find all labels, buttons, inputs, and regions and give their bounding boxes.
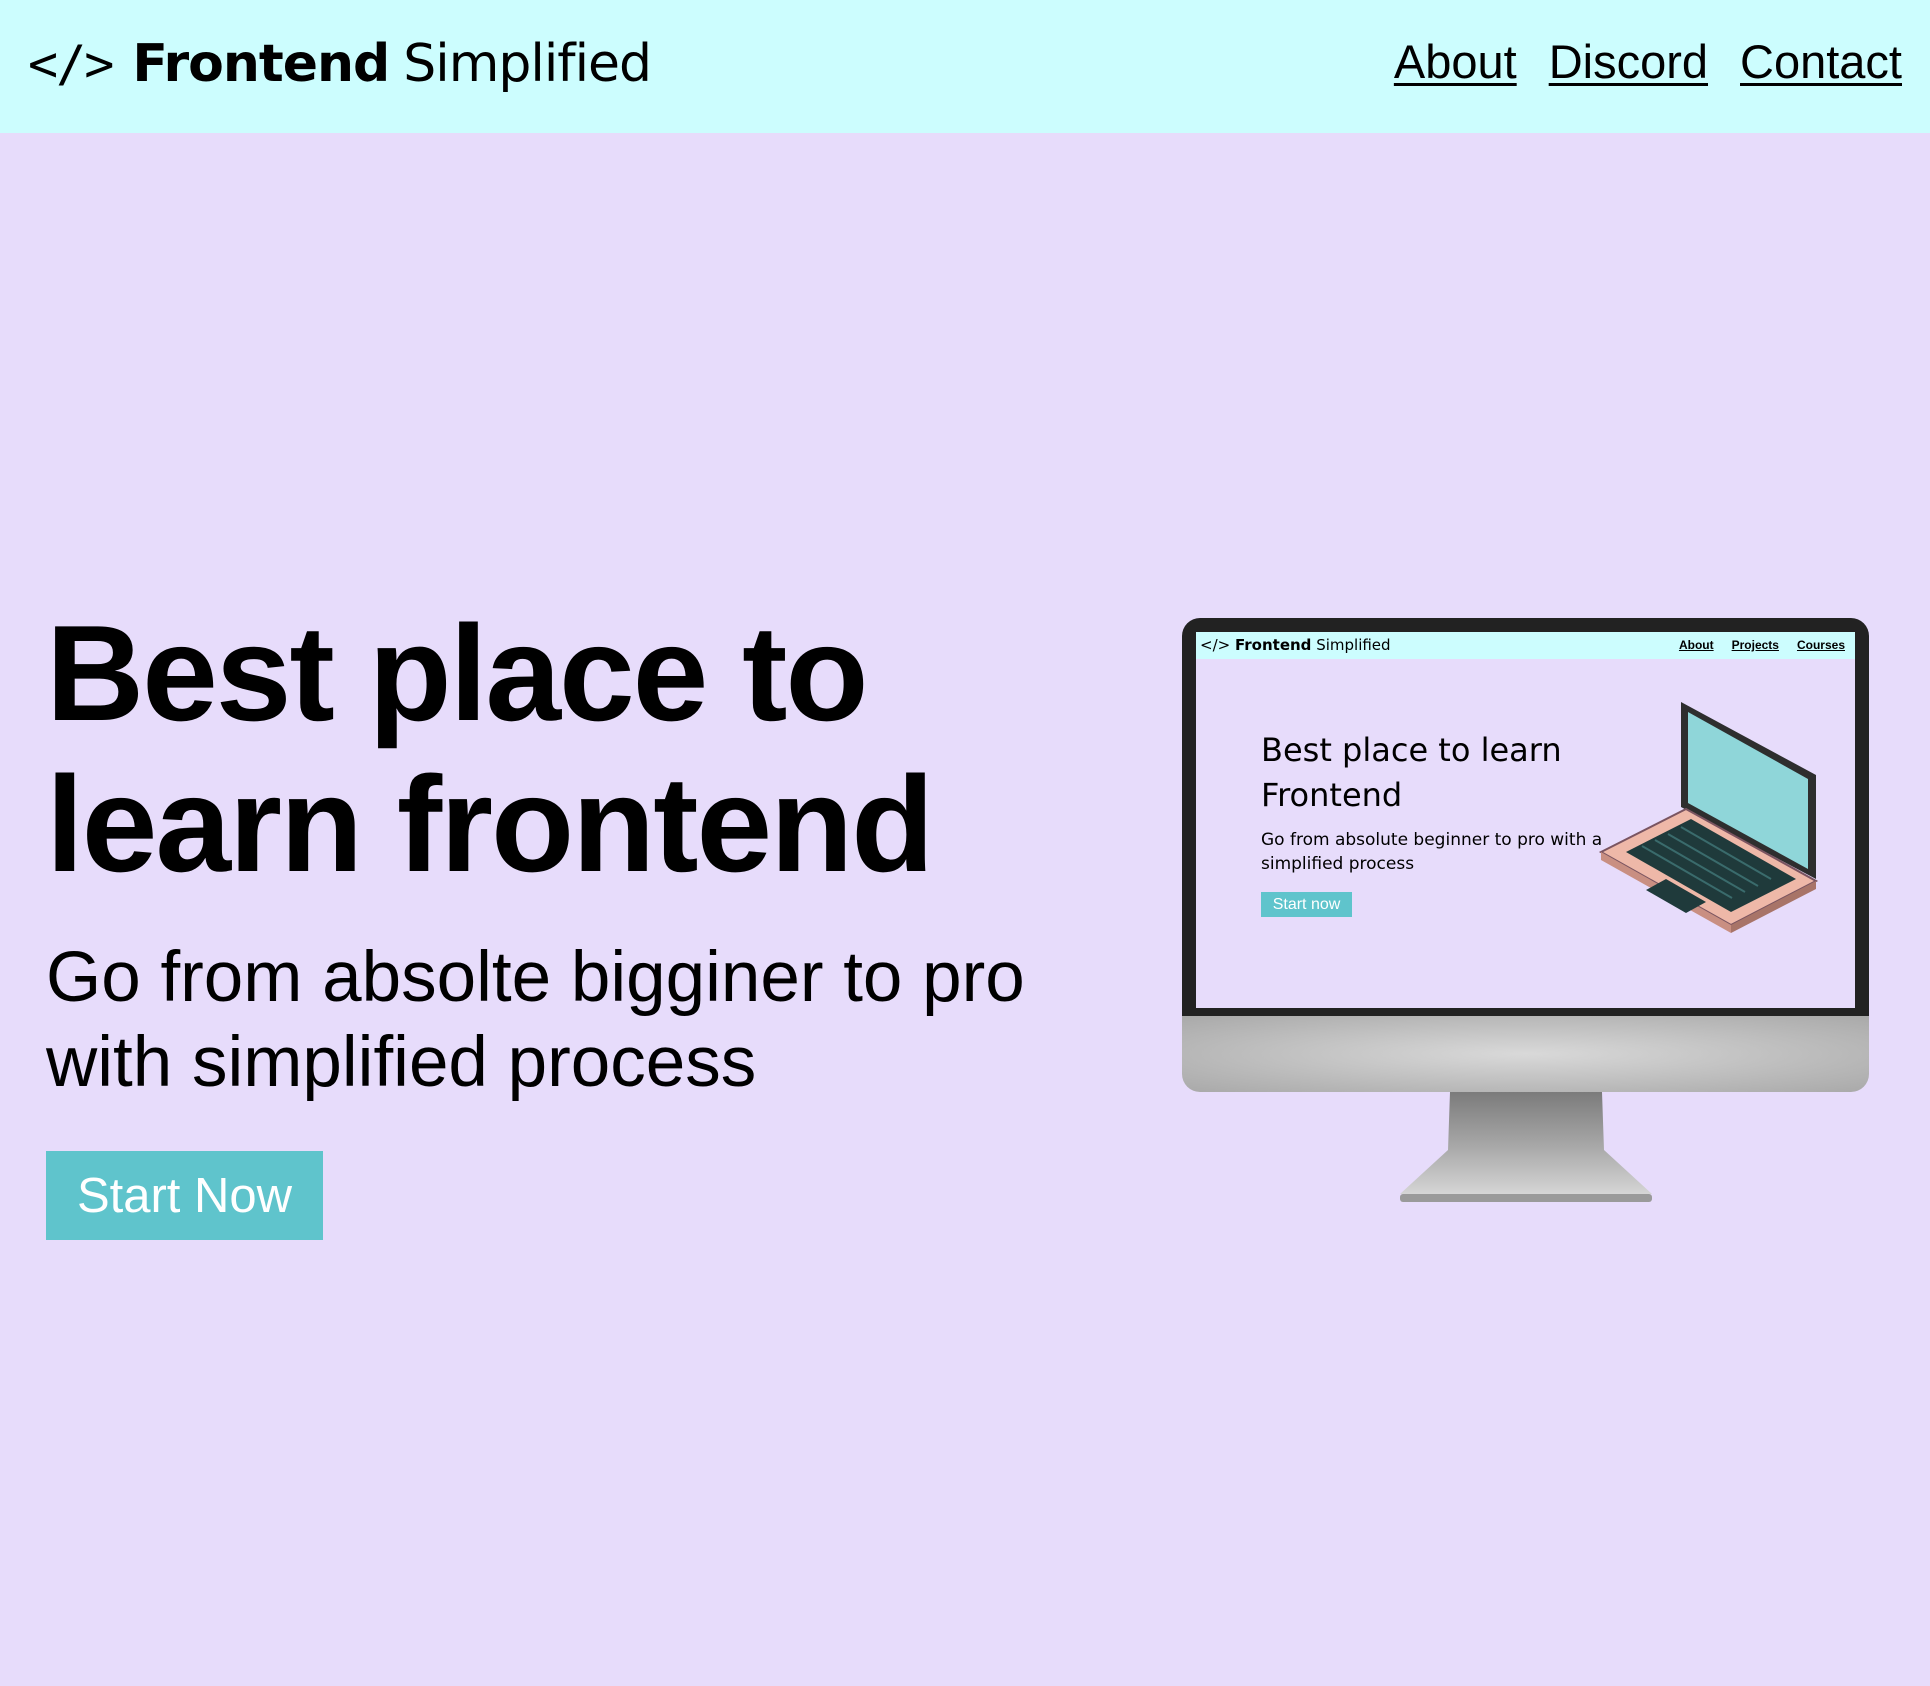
hero-subtitle: Go from absolte bigginer to pro with sim… (46, 938, 1025, 1102)
laptop-icon (1598, 702, 1819, 933)
logo[interactable]: </> Frontend Simplified (28, 26, 652, 102)
mini-start-button: Start now (1261, 892, 1352, 917)
hero-title: Best place to learn frontend (46, 597, 934, 900)
logo-text-light: Simplified (403, 34, 652, 94)
mini-nav-courses: Courses (1796, 638, 1845, 652)
monitor-chin (1182, 1016, 1869, 1092)
monitor-illustration: </> Frontend Simplified About Projects C… (1182, 618, 1869, 1204)
monitor-stand (1400, 1092, 1652, 1202)
mini-nav-links: About Projects Courses (1679, 638, 1845, 652)
nav-link-contact[interactable]: Contact (1740, 34, 1902, 89)
nav-link-discord[interactable]: Discord (1549, 34, 1708, 89)
monitor-bezel: </> Frontend Simplified About Projects C… (1182, 618, 1869, 1016)
mini-nav-projects: Projects (1731, 638, 1779, 652)
mini-hero-subtitle: Go from absolute beginner to pro with a … (1261, 830, 1603, 874)
logo-text-bold: Frontend (132, 34, 390, 94)
mini-nav-about: About (1678, 638, 1714, 652)
monitor-screen: </> Frontend Simplified About Projects C… (1196, 632, 1855, 1008)
mini-code-icon: </> (1200, 636, 1231, 654)
mini-logo-light: Simplified (1316, 636, 1391, 654)
navbar: </> Frontend Simplified About Discord Co… (0, 0, 1930, 133)
nav-links: About Discord Contact (1394, 34, 1902, 89)
code-icon: </> (28, 35, 114, 93)
start-now-button[interactable]: Start Now (46, 1151, 323, 1240)
mini-navbar: </> Frontend Simplified About Projects C… (1196, 632, 1855, 659)
mini-logo-bold: Frontend (1234, 636, 1312, 654)
mini-logo: </> Frontend Simplified (1200, 636, 1391, 654)
nav-link-about[interactable]: About (1394, 34, 1517, 89)
mini-hero-title: Best place to learn Frontend (1261, 731, 1562, 814)
